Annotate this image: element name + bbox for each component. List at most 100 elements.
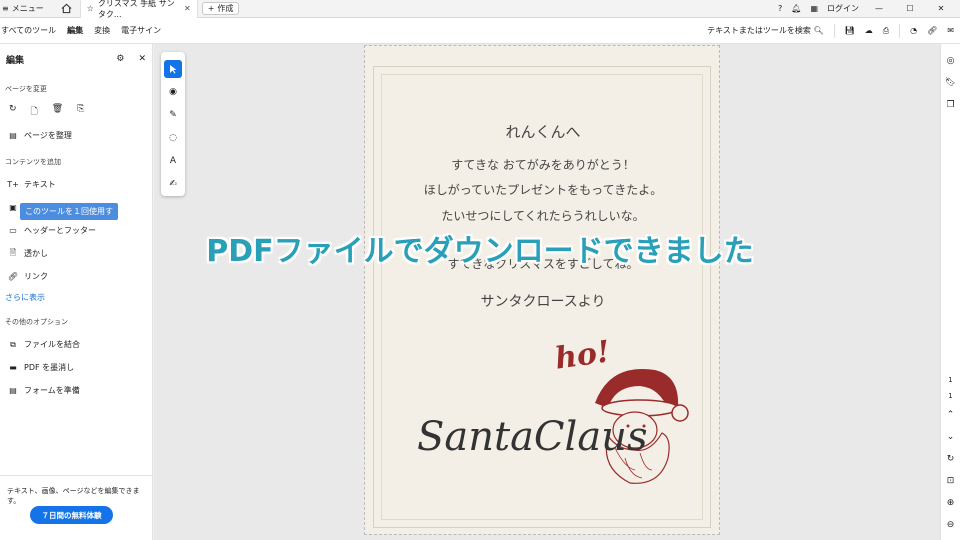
combine-files-icon: ⧉ [10,339,16,349]
search-tools-label: テキストまたはツールを検索 [707,26,811,35]
window-close-icon[interactable]: ✕ [930,4,952,13]
star-icon[interactable]: ☆ [87,4,94,13]
zoom-in-icon[interactable]: ⊕ [947,492,955,514]
gear-icon[interactable]: ⚙ [116,54,124,64]
letter-sender: サンタクロースより [480,294,606,310]
stamp-tool[interactable]: ✍ [164,175,182,193]
add-text-item[interactable]: T+ テキスト [0,173,152,196]
save-icon[interactable]: 💾︎ [845,26,855,35]
text-box-tool[interactable]: A [164,152,182,170]
search-tools-button[interactable]: テキストまたはツールを検索 🔍︎ [707,25,823,36]
comment-icon: ◉ [169,87,177,97]
hamburger-icon: ≡ [2,4,9,13]
add-text-label: テキスト [24,180,56,189]
print-icon[interactable]: ⎙ [883,26,889,36]
trash-icon[interactable]: 🗑︎ [52,104,63,120]
section-title-content: コンテンツを追加 [5,158,61,166]
show-more-link[interactable]: さらに表示 [0,288,152,307]
search-icon: 🔍︎ [813,26,824,35]
lasso-tool[interactable]: ◌ [164,129,182,147]
maximize-icon[interactable]: ☐ [899,4,921,13]
page-number-total: 1 [948,392,953,400]
title-bar: ≡ メニュー ☆ クリスマス 手紙 サンタク... ✕ + 作成 ? 🔔︎ ▦ … [0,0,960,19]
letter-recipient: れんくんへ [505,123,581,141]
select-tool[interactable] [164,60,182,78]
ai-chat-icon[interactable]: ◎ [947,50,955,72]
text-add-icon: T+ [7,180,19,189]
zoom-out-icon[interactable]: ⊖ [947,514,955,536]
tab-convert[interactable]: 変換 [93,25,111,36]
prepare-form-label: フォームを準備 [24,386,80,395]
main-toolbar: すべてのツール 編集 変換 電子サイン テキストまたはツールを検索 🔍︎ 💾︎ … [0,18,960,44]
edit-panel: 編集 ⚙ ✕ ページを変更 ↻ 🗋︎ 🗑︎ ⎘ ▤ ページを整理 コンテンツを追… [0,44,153,540]
stamp-icon: ✍ [169,179,177,189]
right-rail: ◎ 🔖︎ ❐ 1 1 ⌃ ⌄ ↻ ⊡ ⊕ ⊖ [940,44,960,540]
close-tab-icon[interactable]: ✕ [184,4,191,13]
bookmark-icon[interactable]: 🔖︎ [945,72,956,94]
apps-grid-icon[interactable]: ▦ [810,4,818,13]
organize-pages-icon: ▤ [9,131,17,140]
insert-page-icon[interactable]: 🗋︎ [31,104,38,120]
fit-page-icon[interactable]: ⊡ [947,470,955,492]
rotate-icon[interactable]: ↻ [9,104,17,120]
tab-esign[interactable]: 電子サイン [120,25,162,36]
extract-page-icon[interactable]: ⎘ [77,104,84,120]
santa-signature: SantaClaus [417,414,648,460]
tab-all-tools[interactable]: すべてのツール [0,25,57,36]
letter-line: ほしがっていたプレゼントをもってきたよ。 [423,183,663,197]
home-button[interactable] [58,0,76,18]
link-label: リンク [24,272,48,281]
notification-bell-icon[interactable]: 🔔︎ [791,4,801,13]
combine-files-label: ファイルを結合 [24,340,80,349]
panel-title: 編集 [6,55,25,66]
home-icon [61,3,72,14]
document-tab[interactable]: ☆ クリスマス 手紙 サンタク... ✕ [79,0,198,19]
prepare-form-item[interactable]: ▤ フォームを準備 [0,379,152,402]
free-trial-button[interactable]: ７日間の無料体験 [30,506,113,524]
panel-footer: テキスト、画像、ページなどを編集できます。 ７日間の無料体験 [0,475,153,540]
organize-pages-label: ページを整理 [24,131,72,140]
close-panel-icon[interactable]: ✕ [138,54,146,64]
section-title-pages: ページを変更 [5,85,47,93]
plus-icon: + [207,4,215,13]
menu-button[interactable]: ≡ メニュー [0,3,44,14]
chevron-down-icon[interactable]: ⌄ [947,426,955,448]
cloud-upload-icon[interactable]: ☁ [865,26,873,35]
mail-icon[interactable]: ✉ [947,26,954,35]
overlay-banner: PDFファイルでダウンロードできました [206,234,754,269]
minimize-icon[interactable]: — [868,4,890,13]
redact-item[interactable]: ▬ PDF を墨消し [0,356,152,379]
pen-tool[interactable]: ✎ [164,106,182,124]
refresh-icon[interactable]: ↻ [947,448,955,470]
pen-icon: ✎ [169,110,177,120]
new-tab-button[interactable]: + 作成 [201,2,240,15]
page-number-current[interactable]: 1 [948,372,952,388]
help-icon[interactable]: ? [778,4,782,13]
organize-pages-item[interactable]: ▤ ページを整理 [0,124,152,147]
menu-label: メニュー [11,4,44,13]
redact-icon: ▬ [9,363,17,372]
comment-tool[interactable]: ◉ [164,83,182,101]
tab-title: クリスマス 手紙 サンタク... [97,0,175,19]
login-button[interactable]: ログイン [827,3,859,14]
floating-toolbar: ◉ ✎ ◌ A ✍ [161,52,185,196]
new-tab-label: 作成 [217,4,234,13]
link-icon: 🔗︎ [7,272,19,281]
form-icon: ▤ [9,386,17,395]
tool-tooltip: このツールを１回使用す [20,203,118,220]
image-icon: ▣ [9,203,17,212]
text-box-icon: A [169,156,177,166]
pages-icon[interactable]: ❐ [946,94,954,116]
footer-text: テキスト、画像、ページなどを編集できます。 [7,487,140,505]
tab-edit[interactable]: 編集 [66,25,84,36]
cursor-icon [170,65,177,74]
divider [833,23,835,38]
pdf-page: れんくんへ すてきな おてがみをありがとう！ ほしがっていたプレゼントをもってき… [364,45,720,535]
ai-assistant-icon[interactable]: ◔ [910,26,917,35]
section-title-other: その他のオプション [5,318,68,326]
combine-files-item[interactable]: ⧉ ファイルを結合 [0,333,152,356]
link-share-icon[interactable]: 🔗︎ [927,26,937,35]
chevron-up-icon[interactable]: ⌃ [947,404,955,426]
panel-header: 編集 ⚙ ✕ [0,44,152,74]
letter-line: たいせつにしてくれたらうれしいな。 [441,209,645,223]
